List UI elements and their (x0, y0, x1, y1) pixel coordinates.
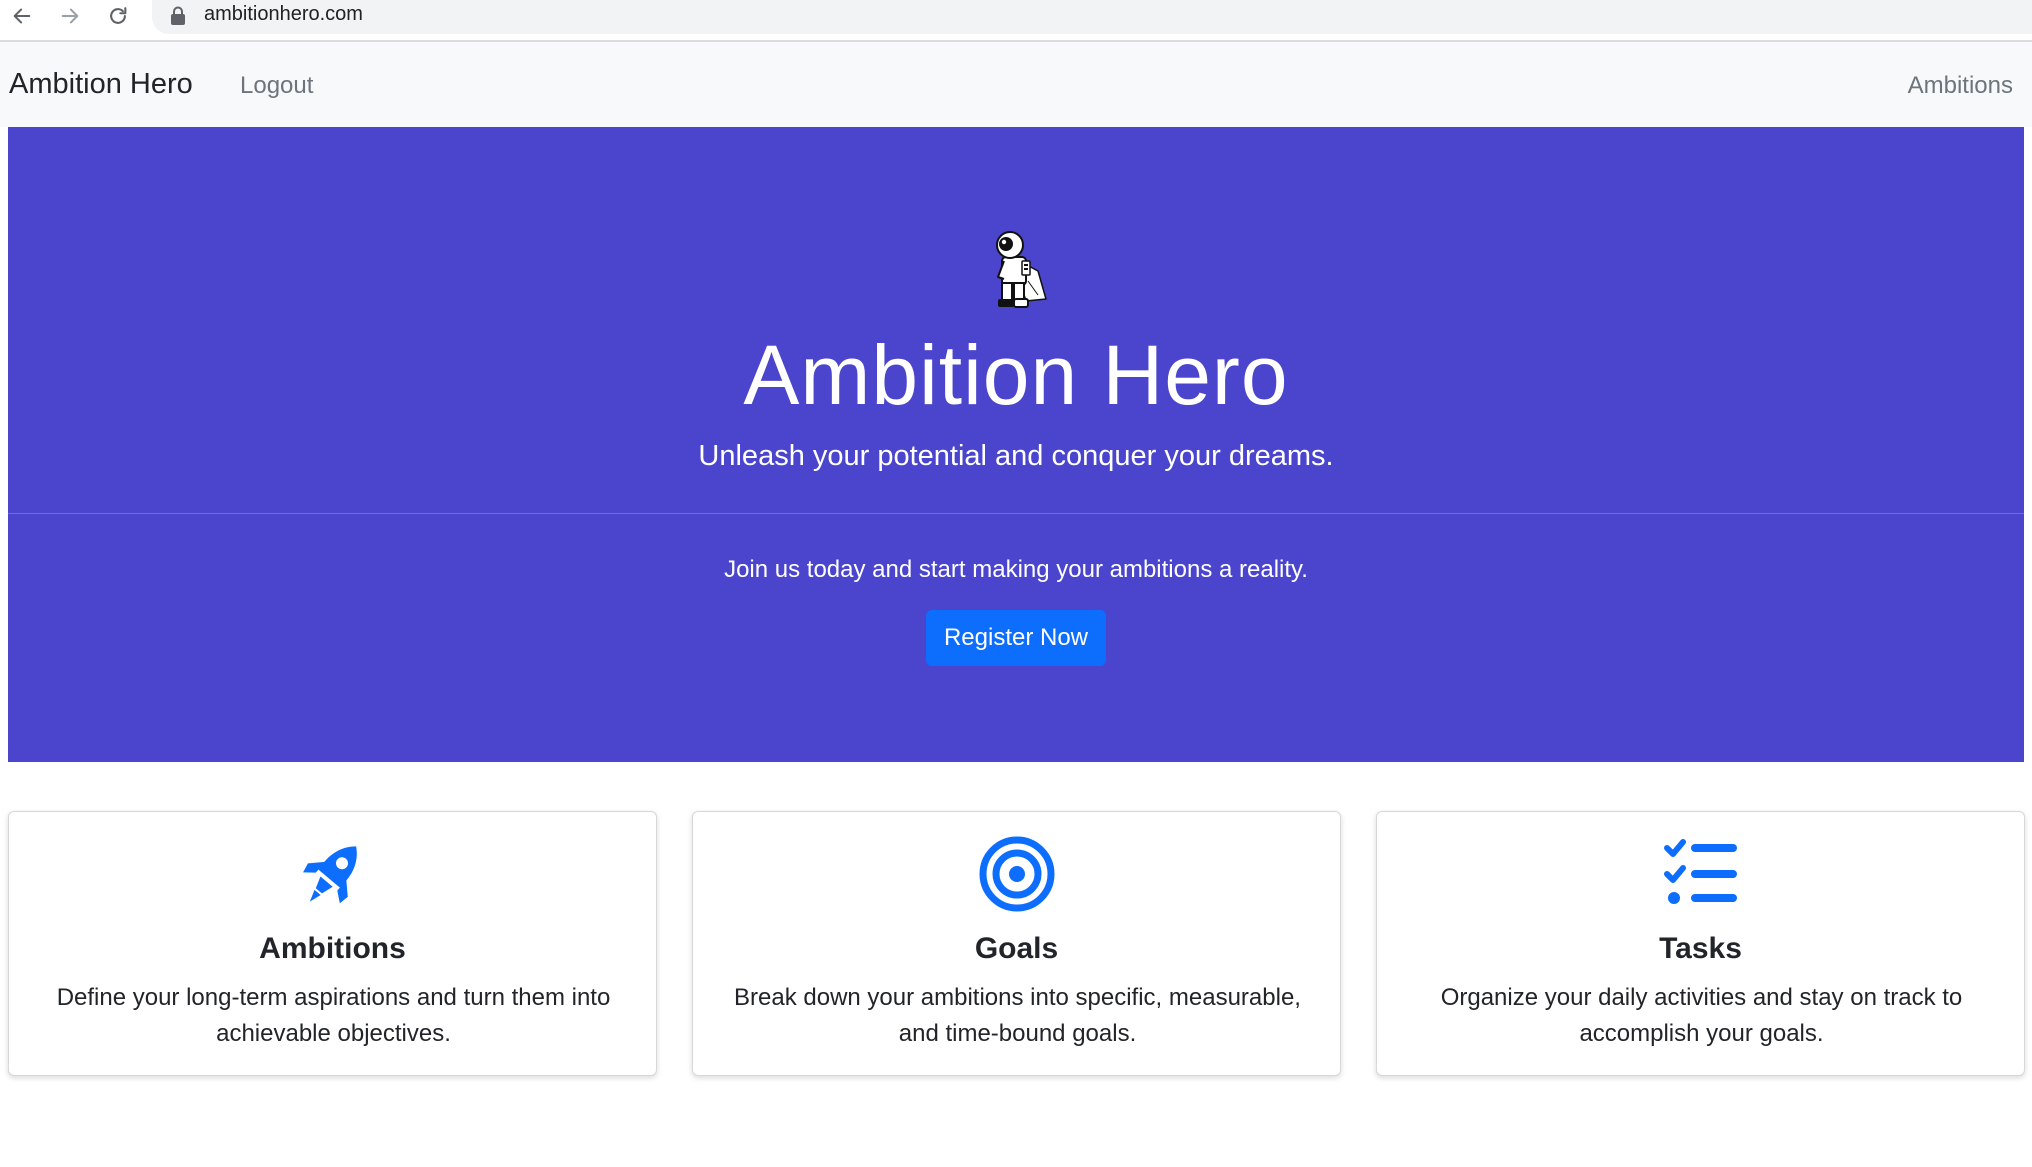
register-now-button[interactable]: Register Now (926, 610, 1106, 666)
hero-divider (8, 513, 2024, 514)
feature-card-ambitions: Ambitions Define your long-term aspirati… (8, 811, 657, 1076)
ambitions-nav-link[interactable]: Ambitions (1908, 72, 2013, 100)
feature-title: Tasks (1659, 932, 1742, 965)
reload-icon (110, 7, 127, 24)
arrow-right-icon (61, 8, 79, 24)
lock-icon (171, 6, 185, 25)
url-text: ambitionhero.com (204, 3, 363, 25)
hero-section: Ambition Hero Unleash your potential and… (8, 127, 2024, 762)
hero-title: Ambition Hero (743, 328, 1289, 422)
hero-subtext: Join us today and start making your ambi… (724, 556, 1308, 583)
browser-toolbar: ambitionhero.com (0, 0, 2032, 42)
site-navbar: Ambition Hero Logout Ambitions (0, 42, 2032, 127)
feature-card-goals: Goals Break down your ambitions into spe… (692, 811, 1341, 1076)
feature-title: Goals (974, 932, 1059, 965)
navbar-brand[interactable]: Ambition Hero (9, 68, 193, 101)
hero-tagline: Unleash your potential and conquer your … (698, 440, 1334, 472)
arrow-left-icon (13, 8, 31, 24)
feature-card-tasks: Tasks Organize your daily activities and… (1376, 811, 2025, 1076)
logout-link[interactable]: Logout (240, 72, 313, 100)
feature-title: Ambitions (259, 932, 406, 965)
forward-button[interactable] (56, 2, 84, 30)
address-bar[interactable]: ambitionhero.com (152, 0, 2032, 34)
back-button[interactable] (8, 2, 36, 30)
reload-button[interactable] (104, 2, 132, 30)
feature-description: Break down your ambitions into specific,… (734, 984, 1301, 1047)
astronaut-icon (996, 231, 1047, 308)
target-icon (979, 836, 1054, 912)
feature-description: Organize your daily activities and stay … (1440, 984, 1963, 1047)
feature-description: Define your long-term aspirations and tu… (56, 984, 611, 1047)
checklist-icon (1663, 839, 1737, 904)
rocket-icon (302, 846, 357, 904)
